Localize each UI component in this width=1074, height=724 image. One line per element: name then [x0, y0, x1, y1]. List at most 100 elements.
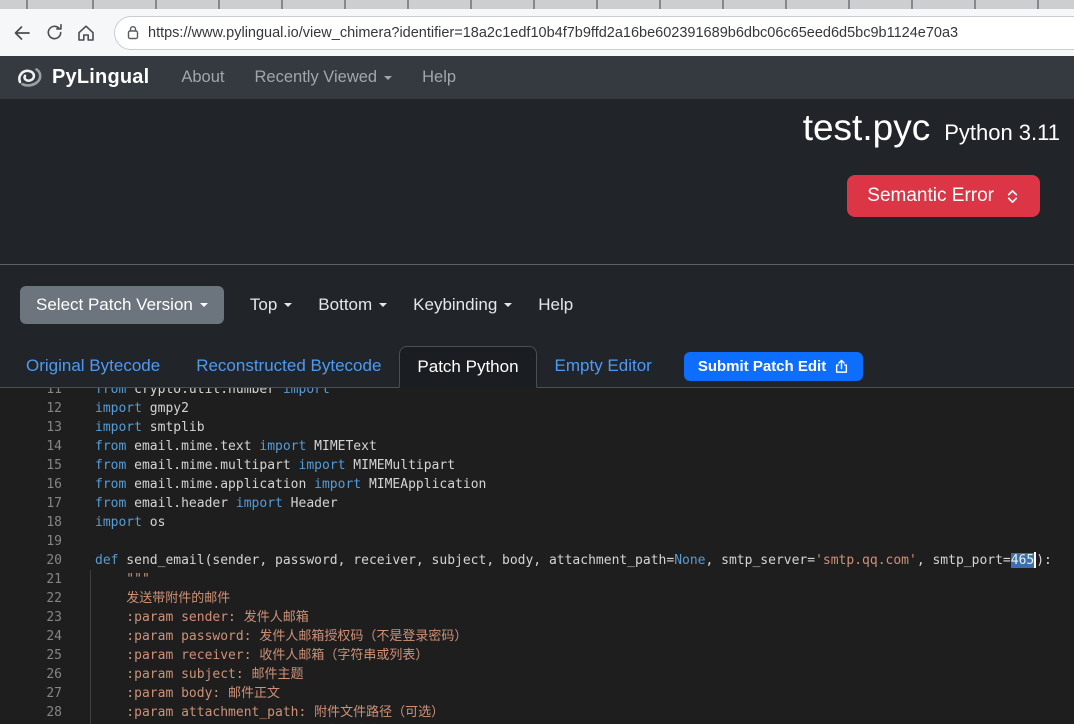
line-number: 11	[46, 388, 62, 397]
menu-item-keybinding[interactable]: Keybinding	[413, 295, 513, 315]
code-text: import os	[95, 515, 166, 530]
tab-label: Patch Python	[417, 356, 519, 376]
url-input[interactable]	[148, 24, 1074, 41]
site-navbar: PyLingual About Recently Viewed Help	[0, 56, 1074, 99]
submit-label: Submit Patch Edit	[697, 357, 827, 375]
nav-links: About Recently Viewed Help	[181, 68, 456, 87]
file-name: test.pyc	[802, 107, 931, 148]
line-number: 22	[46, 591, 62, 606]
code-text: :param body: 邮件正文	[95, 686, 281, 701]
line-number: 15	[46, 458, 62, 473]
line-number: 24	[46, 629, 62, 644]
code-text: :param sender: 发件人邮箱	[95, 610, 309, 625]
line-number: 14	[46, 439, 62, 454]
lock-icon[interactable]	[127, 25, 139, 40]
nav-item-help[interactable]: Help	[422, 68, 456, 87]
line-number: 19	[46, 534, 62, 549]
code-line[interactable]: 25 :param receiver: 收件人邮箱（字符串或列表）	[0, 646, 1074, 665]
tab-original-bytecode[interactable]: Original Bytecode	[8, 345, 178, 387]
nav-item-about[interactable]: About	[181, 68, 224, 87]
line-number: 17	[46, 496, 62, 511]
code-line[interactable]: 27 :param body: 邮件正文	[0, 684, 1074, 703]
caret-down-icon	[384, 75, 393, 80]
semantic-error-label: Semantic Error	[867, 185, 994, 206]
nav-item-recently-viewed[interactable]: Recently Viewed	[255, 68, 393, 87]
line-number: 27	[46, 686, 62, 701]
snake-logo-icon	[16, 65, 43, 90]
code-line[interactable]: 18 import os	[0, 513, 1074, 532]
back-button[interactable]	[6, 17, 38, 49]
upload-icon	[834, 359, 849, 374]
code-text: :param password: 发件人邮箱授权码（不是登录密码）	[95, 629, 468, 644]
code-text: from email.header import Header	[95, 496, 338, 511]
editor-lines: 11 from crypto.util.number import 12 import…	[0, 388, 1074, 724]
browser-toolbar	[0, 9, 1074, 56]
tab-empty-editor[interactable]: Empty Editor	[537, 345, 670, 387]
line-number: 26	[46, 667, 62, 682]
line-number: 23	[46, 610, 62, 625]
menu-item-bottom[interactable]: Bottom	[318, 295, 388, 315]
refresh-icon	[45, 23, 64, 42]
code-text: :param attachment_path: 附件文件路径（可选）	[95, 705, 445, 720]
home-icon	[76, 23, 96, 43]
code-line[interactable]: 24 :param password: 发件人邮箱授权码（不是登录密码）	[0, 627, 1074, 646]
menu-item-top[interactable]: Top	[249, 295, 293, 315]
code-text: import smtplib	[95, 420, 205, 435]
code-line[interactable]: 19	[0, 532, 1074, 551]
select-patch-version-button[interactable]: Select Patch Version	[20, 286, 224, 324]
line-number: 20	[46, 553, 62, 568]
code-line[interactable]: 22 发送带附件的邮件	[0, 589, 1074, 608]
code-line[interactable]: 26 :param subject: 邮件主题	[0, 665, 1074, 684]
menu-label: Help	[538, 295, 574, 314]
brand-name[interactable]: PyLingual	[52, 66, 149, 89]
line-number: 12	[46, 401, 62, 416]
nav-label: About	[181, 68, 225, 86]
menu-bar: Select Patch Version Top Bottom Keybindi…	[0, 265, 1074, 345]
code-line[interactable]: 23 :param sender: 发件人邮箱	[0, 608, 1074, 627]
tab-bar: Original Bytecode Reconstructed Bytecode…	[0, 345, 1074, 388]
code-editor[interactable]: 11 from crypto.util.number import 12 import…	[0, 388, 1074, 724]
arrow-left-icon	[12, 23, 32, 43]
code-line[interactable]: 17 from email.header import Header	[0, 494, 1074, 513]
refresh-button[interactable]	[38, 17, 70, 49]
tab-label: Original Bytecode	[26, 356, 161, 375]
code-line[interactable]: 16 from email.mime.application import MIM…	[0, 475, 1074, 494]
line-number: 13	[46, 420, 62, 435]
browser-tab-strip[interactable]	[0, 0, 1074, 9]
code-line[interactable]: 13 import smtplib	[0, 418, 1074, 437]
menu-item-help[interactable]: Help	[538, 295, 573, 315]
code-text: from crypto.util.number import	[95, 388, 330, 397]
semantic-error-button[interactable]: Semantic Error	[847, 175, 1040, 217]
code-line[interactable]: 14 from email.mime.text import MIMEText	[0, 437, 1074, 456]
menu-label: Top	[249, 295, 278, 314]
line-number: 16	[46, 477, 62, 492]
caret-down-icon	[379, 303, 388, 307]
code-text: :param subject: 邮件主题	[95, 667, 304, 682]
home-button[interactable]	[70, 17, 102, 49]
code-line[interactable]: 21 """	[0, 570, 1074, 589]
code-line[interactable]: 12 import gmpy2	[0, 399, 1074, 418]
submit-patch-edit-button[interactable]: Submit Patch Edit	[683, 351, 864, 381]
tab-reconstructed-bytecode[interactable]: Reconstructed Bytecode	[178, 345, 399, 387]
caret-down-icon	[504, 303, 513, 307]
brand[interactable]: PyLingual	[16, 65, 149, 90]
code-line[interactable]: 11 from crypto.util.number import	[0, 388, 1074, 399]
code-text: """	[95, 572, 150, 587]
page: PyLingual About Recently Viewed Help tes…	[0, 0, 1074, 724]
code-line[interactable]: 20 def send_email(sender, password, recei…	[0, 551, 1074, 570]
chevron-expand-icon	[1005, 188, 1020, 205]
patch-controls-section: Select Patch Version Top Bottom Keybindi…	[0, 264, 1074, 388]
menu-label: Keybinding	[413, 295, 498, 314]
code-text: from email.mime.text import MIMEText	[95, 439, 377, 454]
code-text: :param receiver: 收件人邮箱（字符串或列表）	[95, 648, 429, 663]
code-line[interactable]: 28 :param attachment_path: 附件文件路径（可选）	[0, 703, 1074, 722]
menu-label: Bottom	[318, 295, 373, 314]
nav-label: Help	[422, 68, 457, 86]
tab-label: Empty Editor	[554, 356, 652, 375]
code-line[interactable]: 15 from email.mime.multipart import MIMEM…	[0, 456, 1074, 475]
hero-section: test.pyc Python 3.11 Semantic Error	[0, 99, 1074, 264]
address-bar[interactable]	[114, 15, 1074, 50]
code-text: 发送带附件的邮件	[95, 591, 231, 606]
tab-patch-python[interactable]: Patch Python	[399, 345, 537, 388]
line-number: 28	[46, 705, 62, 720]
